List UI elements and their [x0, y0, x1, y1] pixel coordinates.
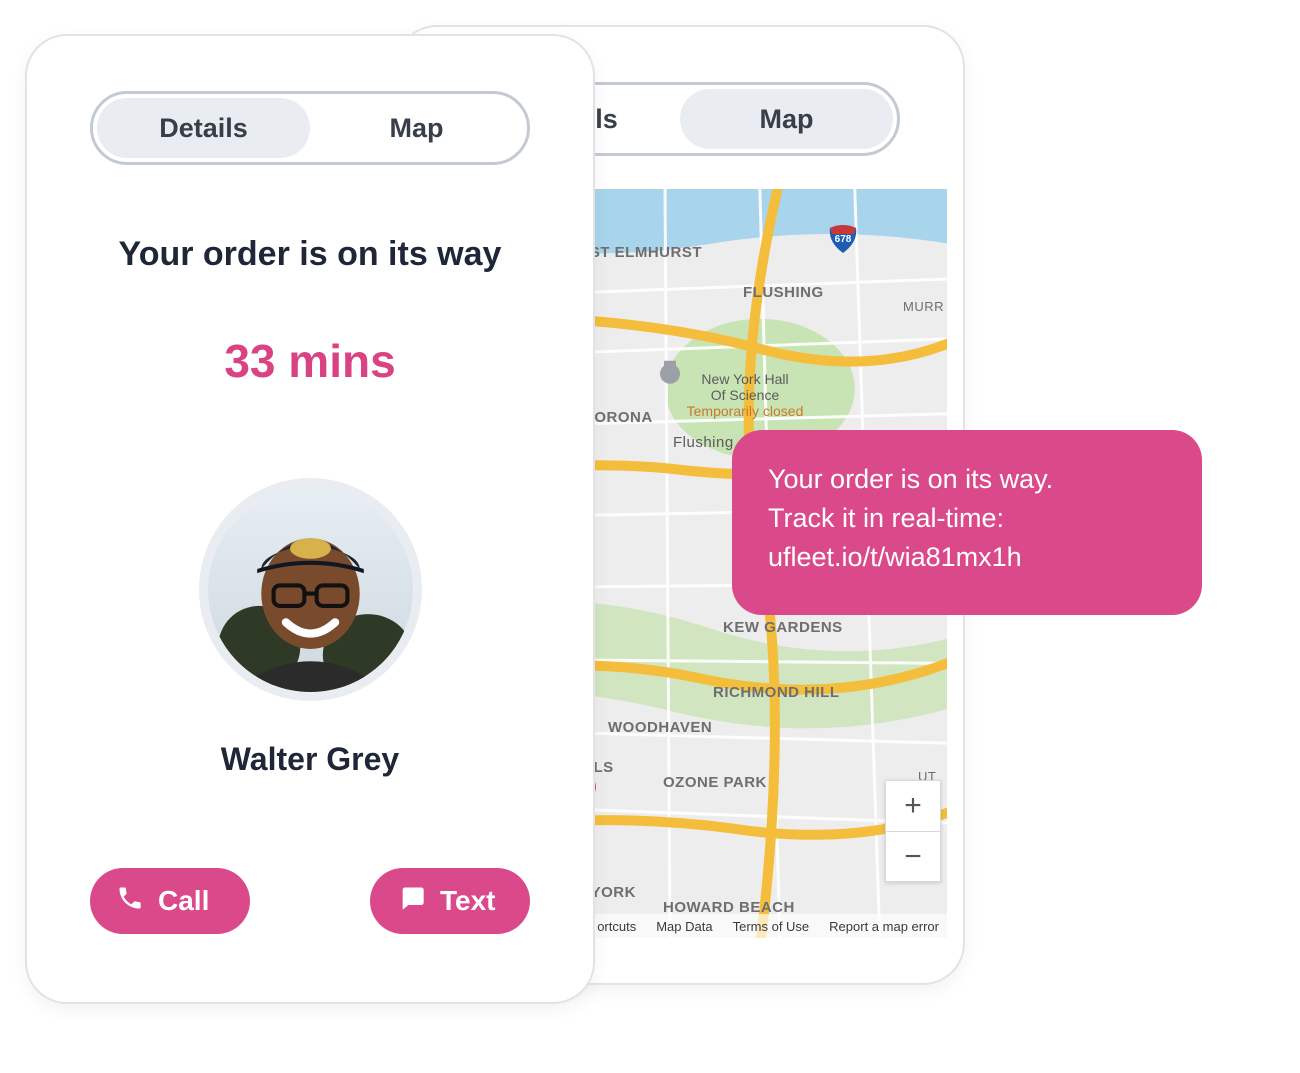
zoom-out-button[interactable]: −	[886, 831, 940, 881]
map-terms-link[interactable]: Terms of Use	[733, 919, 810, 934]
sms-line: Your order is on its way.	[768, 464, 1053, 494]
phone-icon	[116, 884, 144, 919]
driver-avatar	[199, 478, 422, 701]
map-label: Flushing	[673, 434, 734, 453]
driver-name: Walter Grey	[221, 741, 399, 778]
call-button-label: Call	[158, 885, 209, 917]
tab-map[interactable]: Map	[680, 89, 893, 149]
sms-notification: Your order is on its way. Track it in re…	[732, 430, 1202, 615]
order-status-headline: Your order is on its way	[119, 235, 502, 274]
map-label: RICHMOND HILL	[713, 684, 840, 703]
map-poi-nyhos: New York Hall Of Science Temporarily clo…	[675, 371, 815, 419]
zoom-in-button[interactable]: +	[886, 781, 940, 831]
shield-interstate-icon: 678	[828, 224, 858, 254]
map-label: KEW GARDENS	[723, 619, 843, 638]
map-report-link[interactable]: Report a map error	[829, 919, 939, 934]
text-button[interactable]: Text	[370, 868, 530, 934]
tab-details[interactable]: Details	[97, 98, 310, 158]
action-row: Call Text	[90, 868, 530, 934]
map-label: FLUSHING	[743, 284, 824, 303]
text-button-label: Text	[440, 885, 496, 917]
tab-map[interactable]: Map	[310, 98, 523, 158]
map-label: WOODHAVEN	[608, 719, 712, 738]
order-eta: 33 mins	[224, 334, 395, 388]
tab-switch-details-card: Details Map	[90, 91, 530, 165]
map-shortcuts-link[interactable]: ortcuts	[597, 919, 636, 934]
map-label: OZONE PARK	[663, 774, 767, 793]
sms-line: Track it in real-time:	[768, 503, 1004, 533]
map-label: MURR	[903, 299, 944, 315]
call-button[interactable]: Call	[90, 868, 250, 934]
chat-icon	[398, 884, 426, 919]
map-data-link[interactable]: Map Data	[656, 919, 712, 934]
sms-tracking-link[interactable]: ufleet.io/t/wia81mx1h	[768, 542, 1022, 572]
card-details: Details Map Your order is on its way 33 …	[25, 34, 595, 1004]
map-zoom-control: + −	[885, 780, 941, 882]
